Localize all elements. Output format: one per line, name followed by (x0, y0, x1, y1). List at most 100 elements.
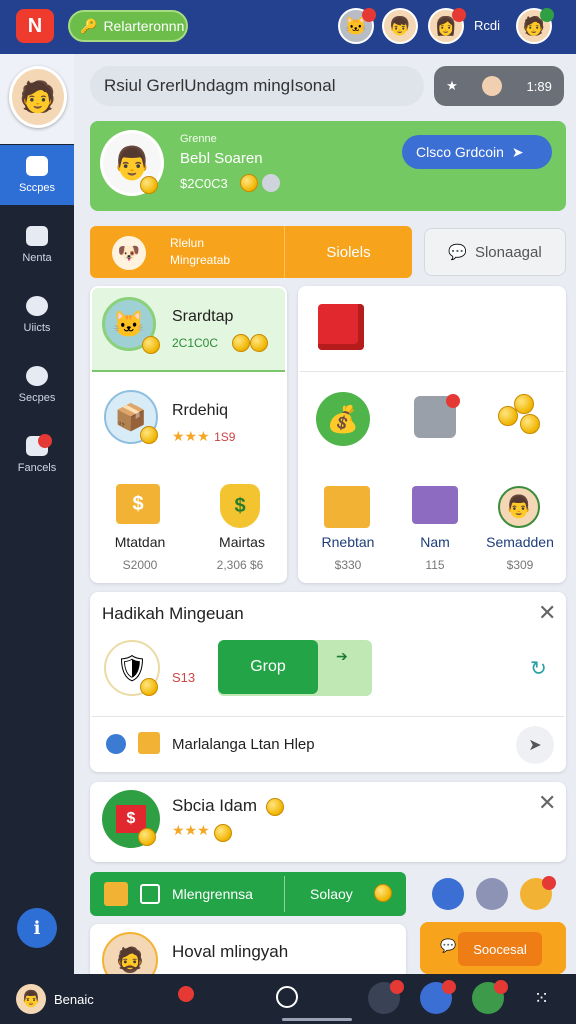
status-pill[interactable]: ★ 1:89 (434, 66, 564, 106)
coin-pile-icon[interactable] (494, 392, 544, 440)
card2-title: Sbcia Idam (172, 796, 258, 815)
laptop-icon[interactable] (412, 486, 458, 524)
trophy-icon: 🔑 (80, 17, 98, 34)
notification-badge (442, 980, 456, 994)
coin-icon (250, 334, 268, 352)
tab-rlelun[interactable]: 🐶 Rlelun Mingreatab (90, 226, 284, 278)
safe-icon[interactable] (414, 394, 460, 438)
green-bar-label2[interactable]: Solaoy (310, 886, 353, 902)
coin-icon (142, 336, 160, 354)
avatar-boy-top[interactable]: 👦 (382, 8, 418, 44)
sidebar-avatar[interactable]: 🧑 (9, 66, 67, 128)
coins-bag-icon[interactable]: 💰 (316, 392, 370, 446)
reward-claim-button[interactable]: Grop (218, 640, 318, 694)
grid-left-item-value: S2000 (122, 558, 158, 572)
app-logo[interactable]: N (16, 9, 54, 43)
divider (92, 716, 564, 717)
bottom-avatar[interactable]: 👨 (16, 984, 46, 1014)
refresh-icon[interactable]: ↻ (530, 656, 547, 681)
coin-icon (138, 828, 156, 846)
sidebar-item-nenta[interactable]: Nenta (0, 215, 74, 275)
profile-amount: $2C0C3 (180, 176, 228, 191)
profile-small-label: Grenne (180, 133, 217, 145)
sidebar-item-label: Secpes (18, 392, 56, 404)
grid-right-item-value: 115 (425, 558, 445, 572)
top-user-label: Rcdi (474, 18, 501, 33)
gold-bars-icon[interactable] (324, 486, 370, 528)
coin-icon (374, 884, 392, 902)
card3-title: Hoval mlingyah (172, 942, 289, 961)
cat-avatar: 🐱 (338, 8, 376, 44)
sidebar-item-label: Uiicts (23, 322, 51, 334)
bottom-label: Benaic (54, 992, 94, 1007)
woman-avatar: 👩 (428, 8, 466, 44)
notification-badge (38, 434, 52, 448)
rating-stars: ★★★ (172, 822, 210, 838)
notification-badge (494, 980, 508, 994)
cat-nav-icon[interactable] (368, 980, 404, 1014)
bell-icon (26, 434, 52, 456)
featured-amount: 2C1C0C (172, 336, 219, 350)
notification-badge (446, 394, 460, 408)
gift-circle-icon[interactable] (520, 876, 556, 910)
sidebar-item-sccpes[interactable]: Sccpes (0, 145, 74, 205)
online-badge (540, 8, 554, 22)
treasure-icon (138, 732, 160, 754)
sidebar-item-fancels[interactable]: Fancels (0, 425, 74, 485)
info-icon: ℹ (33, 917, 41, 938)
dog-icon: 🐶 (112, 236, 146, 270)
notification-badge (542, 876, 556, 890)
green-bar-label1[interactable]: Mlengrennsa (172, 886, 253, 902)
man-avatar-icon[interactable]: 👨 (498, 486, 540, 528)
avatar-user-top[interactable]: 🧑 (516, 8, 554, 44)
grid-menu-icon[interactable]: ⁙ (534, 988, 549, 1009)
cat-circle-icon[interactable] (476, 878, 508, 910)
orange-button[interactable]: Soocesal (458, 932, 542, 966)
tab-line2: Mingreatab (170, 253, 231, 267)
chevron-right-icon[interactable]: ➤ (516, 726, 554, 764)
coin-icon (240, 174, 258, 192)
close-icon[interactable]: ✕ (538, 600, 556, 626)
avatar-cat-top[interactable]: 🐱 (338, 8, 376, 44)
star-icon: ★★★ (172, 428, 210, 444)
reward-row-text: Marlalanga Ltan Hlep (172, 736, 315, 753)
box-icon (104, 882, 128, 906)
red-gift-icon[interactable] (318, 304, 364, 350)
chat-nav-icon[interactable] (472, 980, 508, 1014)
tab-line1: Rlelun (170, 236, 205, 250)
grid-left-item-label: Mtatdan (114, 534, 166, 550)
item-card[interactable] (90, 782, 566, 862)
grid-left-item-value: 2,306 $6 (216, 558, 264, 572)
tab-slonaagal-label: Slonaagal (474, 243, 542, 261)
money-chest-icon[interactable]: $ (116, 484, 160, 524)
tab-siolels[interactable]: Siolels (284, 226, 412, 278)
coin-icon (140, 678, 158, 696)
coin-icon (140, 176, 158, 194)
grid-right-item-label: Semadden (486, 534, 554, 550)
record-icon[interactable] (178, 986, 194, 1002)
profile-name: Bebl Soaren (180, 150, 263, 167)
profile-action-button[interactable]: Clsco Grdcoin ➤ (402, 135, 552, 169)
home-circle-icon[interactable] (276, 986, 298, 1008)
sidebar-item-uiicts[interactable]: Uiicts (0, 285, 74, 345)
divider (284, 876, 285, 912)
profile-nav-icon[interactable] (420, 980, 456, 1014)
search-input[interactable]: Rsiul GrerlUndagm mingIsonal (90, 66, 424, 106)
user-circle-icon[interactable] (432, 878, 464, 910)
reward-value: S13 (172, 670, 196, 685)
tab-slonaagal[interactable]: 💬 Slonaagal (424, 228, 566, 276)
close-icon[interactable]: ✕ (538, 790, 556, 816)
chat-icon: 💬 (448, 244, 467, 261)
globe-icon (106, 734, 126, 754)
calculator-icon (140, 884, 160, 904)
avatar-woman-top[interactable]: 👩 (428, 8, 466, 44)
shield-money-icon[interactable]: $ (220, 484, 260, 528)
sidebar-help-button[interactable]: ℹ (17, 908, 57, 948)
cat-mini-icon (482, 76, 503, 96)
second-rating-value: 1S9 (214, 430, 236, 444)
profile-action-label: Clsco Grdcoin (416, 144, 504, 160)
sidebar-item-secpes[interactable]: Secpes (0, 355, 74, 415)
top-action-label: Relarteronnn (103, 18, 185, 34)
featured-title: Srardtap (172, 308, 234, 325)
top-action-button[interactable]: 🔑 Relarteronnn (68, 10, 188, 42)
